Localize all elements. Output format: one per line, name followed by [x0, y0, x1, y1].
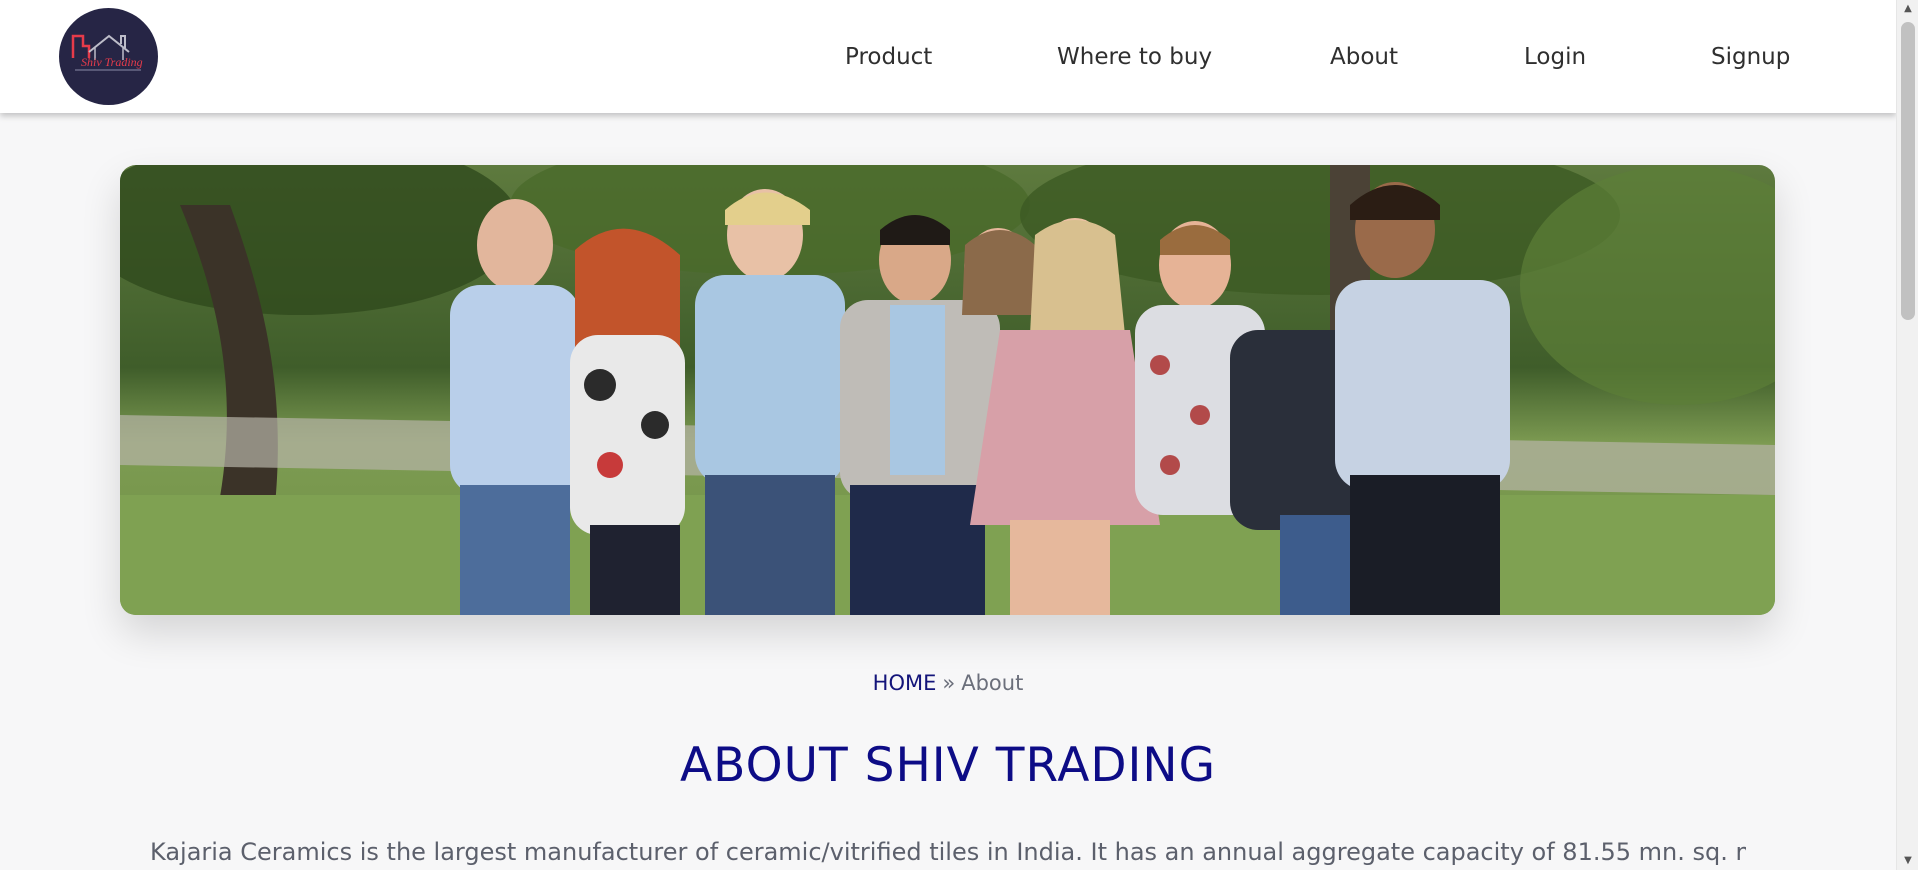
logo-text: Shiv Trading [81, 55, 143, 69]
page-title: ABOUT SHIV TRADING [680, 738, 1216, 793]
nav-signup[interactable]: Signup [1711, 44, 1790, 70]
nav-where-to-buy[interactable]: Where to buy [1057, 44, 1212, 70]
nav-login[interactable]: Login [1524, 44, 1586, 70]
breadcrumb-current: About [961, 671, 1024, 695]
scroll-up-arrow-icon[interactable]: ▲ [1897, 0, 1918, 18]
nav-product[interactable]: Product [845, 44, 932, 70]
navbar: Shiv Trading Product Where to buy About … [0, 0, 1896, 113]
logo[interactable]: Shiv Trading [59, 8, 158, 105]
scroll-down-arrow-icon[interactable]: ▼ [1897, 852, 1918, 870]
intro-paragraph: Kajaria Ceramics is the largest manufact… [150, 838, 1746, 866]
breadcrumb-home-link[interactable]: HOME [873, 671, 937, 695]
vertical-scrollbar[interactable]: ▲ ▼ [1896, 0, 1918, 870]
scroll-thumb[interactable] [1901, 22, 1915, 320]
page: Shiv Trading Product Where to buy About … [0, 0, 1896, 870]
nav-about[interactable]: About [1330, 44, 1398, 70]
hero-image [120, 165, 1775, 615]
breadcrumb: HOME» About [0, 671, 1896, 695]
group-photo [120, 165, 1775, 615]
breadcrumb-separator: » [942, 671, 956, 695]
